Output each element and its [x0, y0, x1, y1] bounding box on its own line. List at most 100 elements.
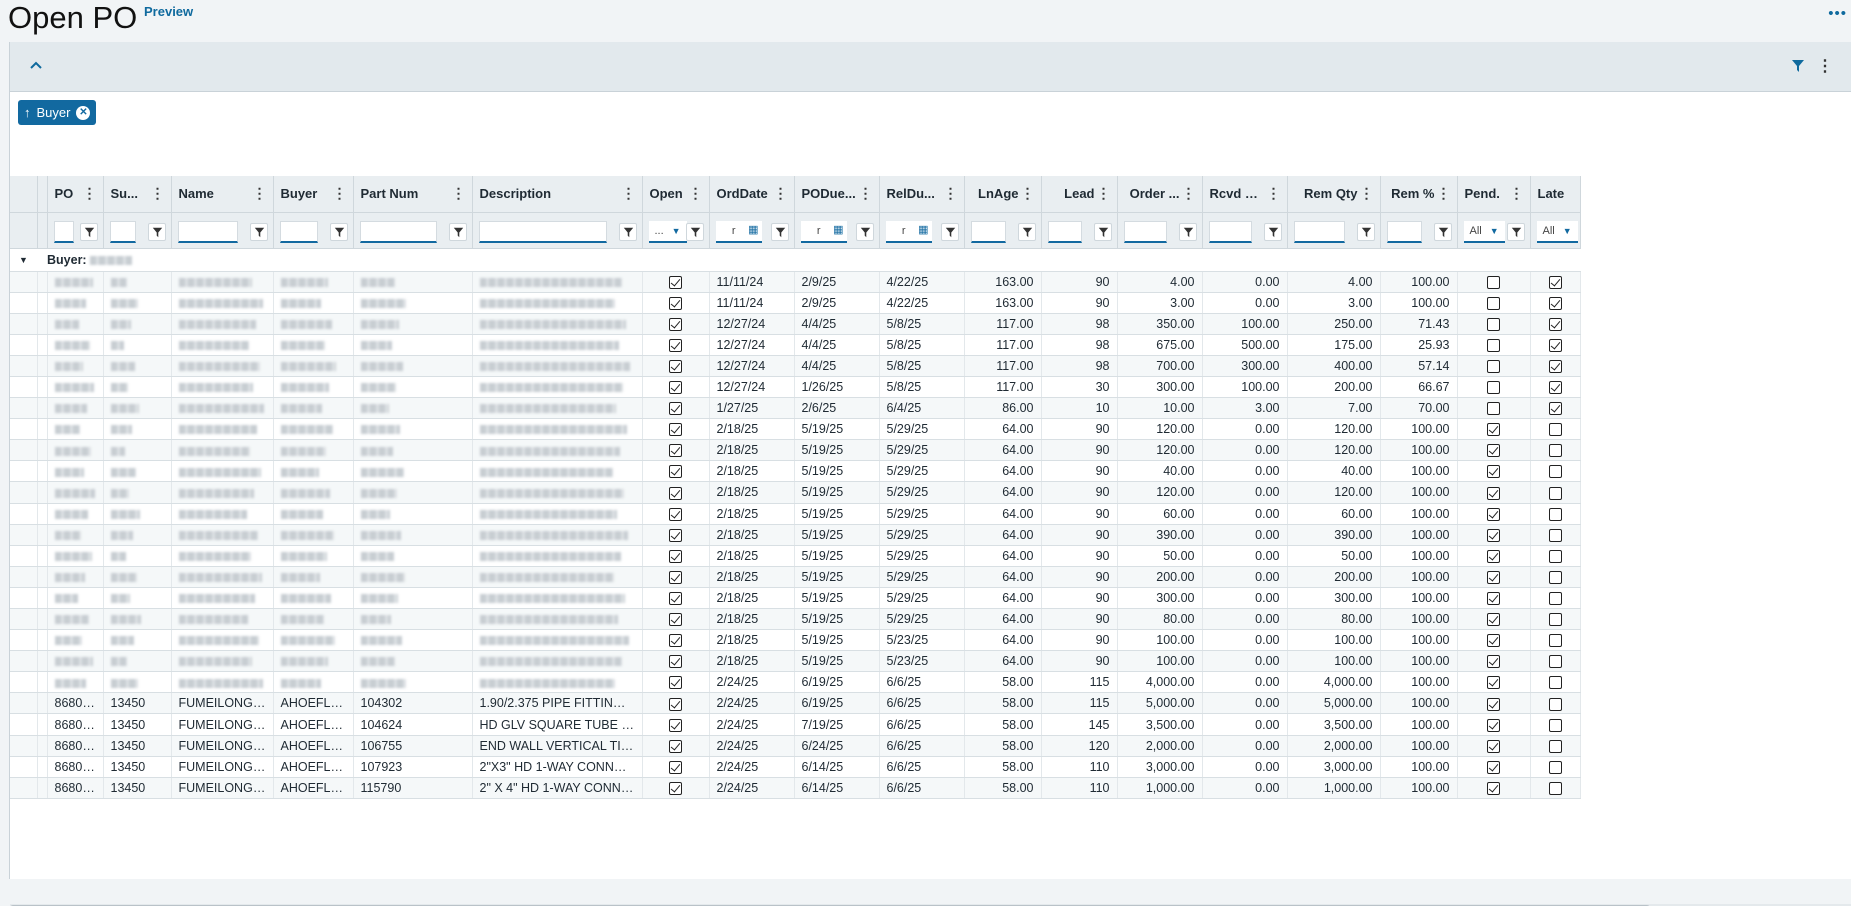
cell-open[interactable] — [642, 439, 710, 462]
cell-pend[interactable] — [1457, 692, 1531, 715]
filter-funnel-icon[interactable] — [1178, 222, 1197, 241]
row-selector[interactable] — [10, 397, 38, 420]
column-header-reldue[interactable]: RelDu... ⋮ — [879, 176, 965, 213]
checkbox-icon[interactable] — [1487, 613, 1500, 627]
cell-late[interactable] — [1530, 756, 1581, 778]
row-selector[interactable] — [10, 460, 38, 483]
cell-late[interactable] — [1530, 587, 1581, 610]
checkbox-icon[interactable] — [1548, 781, 1562, 795]
checkbox-icon[interactable] — [1548, 465, 1562, 479]
checkbox-icon[interactable] — [1487, 549, 1500, 563]
row-selector[interactable] — [10, 650, 38, 673]
checkbox-icon[interactable] — [1548, 507, 1562, 521]
table-row[interactable]: 11/11/24 2/9/25 4/22/25 163.00 90 4.00 0.00 4.0… — [10, 271, 1581, 293]
checkbox-icon[interactable] — [1487, 781, 1500, 795]
checkbox-icon[interactable] — [1548, 634, 1562, 648]
checkbox-icon[interactable] — [669, 444, 682, 458]
cell-open[interactable] — [642, 418, 710, 441]
checkbox-icon[interactable] — [669, 423, 682, 437]
checkbox-icon[interactable] — [669, 655, 682, 669]
column-header-lead[interactable]: Lead ⋮ — [1041, 176, 1118, 213]
cell-late[interactable] — [1530, 735, 1581, 757]
checkbox-icon[interactable] — [669, 465, 682, 479]
date-filter-input[interactable]: r ▦ — [715, 220, 762, 243]
cell-late[interactable] — [1530, 524, 1581, 546]
row-selector[interactable] — [10, 692, 38, 715]
group-chip-buyer[interactable]: ↑ Buyer ✕ — [18, 100, 97, 125]
filter-funnel-icon[interactable] — [1093, 222, 1112, 241]
row-selector[interactable] — [10, 481, 38, 504]
filter-funnel-icon[interactable] — [685, 222, 704, 241]
checkbox-icon[interactable] — [669, 676, 682, 690]
column-menu-icon[interactable]: ⋮ — [944, 185, 958, 202]
checkbox-icon[interactable] — [1487, 296, 1500, 310]
date-filter-input[interactable]: r ▦ — [885, 220, 932, 243]
checkbox-icon[interactable] — [669, 296, 682, 310]
filter-funnel-icon[interactable] — [770, 222, 789, 241]
cell-pend[interactable] — [1457, 503, 1531, 525]
remove-chip-icon[interactable]: ✕ — [76, 105, 91, 120]
checkbox-icon[interactable] — [1487, 317, 1500, 331]
cell-open[interactable] — [642, 692, 710, 715]
calendar-icon[interactable]: ▦ — [918, 223, 928, 236]
calendar-icon[interactable]: ▦ — [748, 223, 758, 236]
column-menu-icon[interactable]: ⋮ — [689, 185, 703, 202]
cell-late[interactable] — [1530, 777, 1581, 799]
filter-input[interactable] — [109, 220, 136, 243]
table-row[interactable]: 2/18/25 5/19/25 5/29/25 64.00 90 120.00 0.00 12… — [10, 418, 1581, 441]
table-row[interactable]: 12/27/24 1/26/25 5/8/25 117.00 30 300.00 100.0… — [10, 376, 1581, 399]
checkbox-icon[interactable] — [1548, 317, 1562, 331]
cell-late[interactable] — [1530, 481, 1581, 504]
table-row[interactable]: 2/18/25 5/19/25 5/23/25 64.00 90 100.00 0.00 10… — [10, 629, 1581, 652]
table-row[interactable]: 12/27/24 4/4/25 5/8/25 117.00 98 700.00 300.00… — [10, 355, 1581, 377]
column-menu-icon[interactable]: ⋮ — [83, 185, 97, 202]
cell-late[interactable] — [1530, 460, 1581, 483]
row-selector[interactable] — [10, 756, 38, 778]
cell-late[interactable] — [1530, 671, 1581, 694]
cell-late[interactable] — [1530, 503, 1581, 525]
checkbox-icon[interactable] — [669, 718, 682, 732]
column-menu-icon[interactable]: ⋮ — [774, 185, 788, 202]
table-row[interactable]: 2/18/25 5/19/25 5/29/25 64.00 90 390.00 0.00 39… — [10, 524, 1581, 546]
row-selector[interactable] — [10, 566, 38, 588]
cell-late[interactable] — [1530, 650, 1581, 673]
filter-funnel-icon[interactable] — [940, 222, 959, 241]
row-selector[interactable] — [10, 629, 38, 652]
filter-input[interactable] — [1123, 220, 1167, 243]
checkbox-icon[interactable] — [1548, 275, 1562, 289]
column-menu-icon[interactable]: ⋮ — [1097, 185, 1111, 202]
column-header-name[interactable]: Name ⋮ — [171, 176, 274, 213]
checkbox-icon[interactable] — [1548, 528, 1562, 542]
checkbox-icon[interactable] — [1487, 486, 1500, 500]
column-header-part[interactable]: Part Num ⋮ — [353, 176, 473, 213]
row-selector[interactable] — [10, 524, 38, 546]
checkbox-icon[interactable] — [1487, 570, 1500, 584]
checkbox-icon[interactable] — [669, 317, 682, 331]
checkbox-icon[interactable] — [669, 360, 682, 374]
checkbox-icon[interactable] — [1548, 360, 1562, 374]
cell-pend[interactable] — [1457, 650, 1531, 673]
column-header-orddate[interactable]: OrdDate ⋮ — [709, 176, 795, 213]
checkbox-icon[interactable] — [1548, 338, 1562, 352]
cell-pend[interactable] — [1457, 713, 1531, 736]
filter-funnel-icon[interactable] — [1791, 59, 1807, 75]
column-header-rcvd[interactable]: Rcvd Qty ⋮ — [1202, 176, 1288, 213]
cell-late[interactable] — [1530, 545, 1581, 567]
checkbox-icon[interactable] — [1548, 760, 1562, 774]
row-selector[interactable] — [10, 313, 38, 335]
cell-open[interactable] — [642, 460, 710, 483]
cell-late[interactable] — [1530, 355, 1581, 377]
row-selector[interactable] — [10, 713, 38, 736]
column-menu-icon[interactable]: ⋮ — [622, 185, 636, 202]
cell-pend[interactable] — [1457, 545, 1531, 567]
row-selector[interactable] — [10, 777, 38, 799]
cell-pend[interactable] — [1457, 271, 1531, 293]
checkbox-icon[interactable] — [669, 739, 682, 753]
table-row[interactable]: 868035 13450 FUMEILONG IM... AHOEFLER 104624… — [10, 713, 1581, 736]
group-row-buyer[interactable]: ▼ Buyer: — [10, 248, 1580, 272]
checkbox-icon[interactable] — [1548, 486, 1562, 500]
checkbox-icon[interactable] — [1487, 655, 1500, 669]
table-row[interactable]: 2/18/25 5/19/25 5/23/25 64.00 90 100.00 0.00 10… — [10, 650, 1581, 673]
cell-open[interactable] — [642, 566, 710, 588]
table-row[interactable]: 12/27/24 4/4/25 5/8/25 117.00 98 350.00 100.00… — [10, 313, 1581, 335]
